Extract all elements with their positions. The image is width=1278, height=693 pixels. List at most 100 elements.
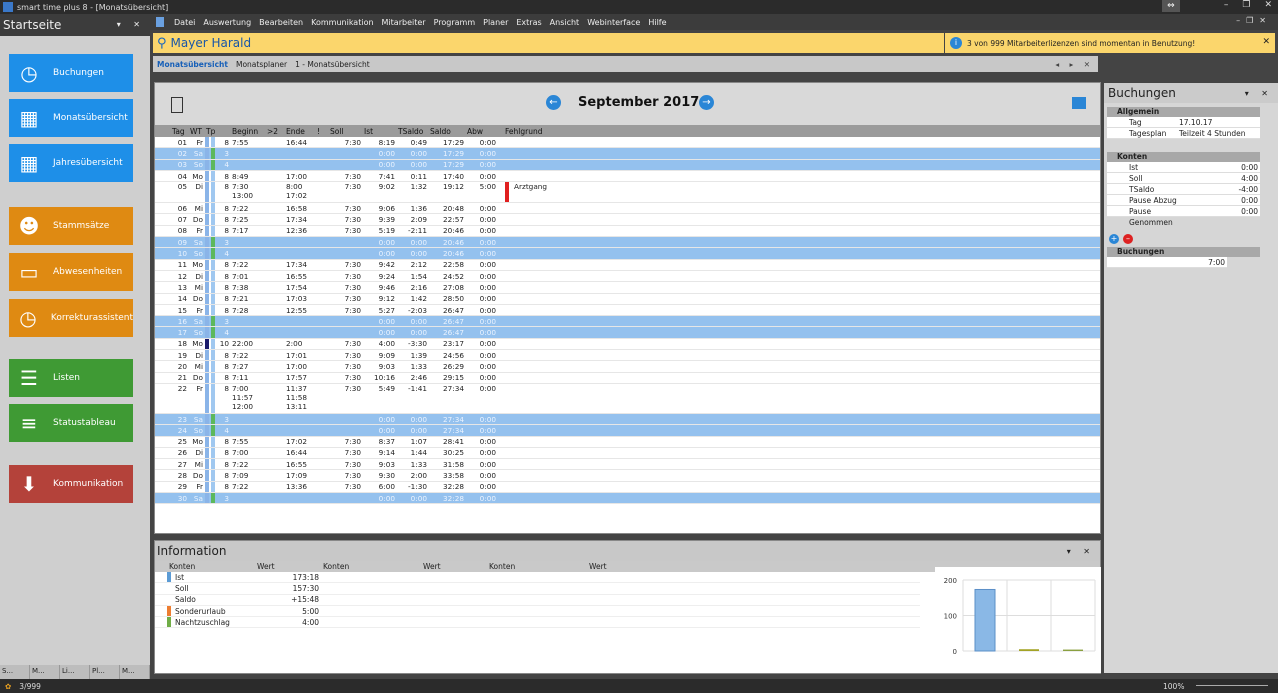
column-header[interactable]: TSaldo [395,127,427,136]
employee-name[interactable]: Mayer Harald [171,36,252,50]
info-column-header[interactable]: Konten [487,562,587,571]
table-row[interactable]: 21 Do 8 7:11 17:57 7:30 10:16 2:46 29:15 0:00 [155,372,1100,384]
table-row[interactable]: 08 Fr 8 7:17 12:36 7:30 5:19 -2:11 20:46 0:00 [155,225,1100,238]
menu-item[interactable]: Bearbeiten [255,18,307,27]
cell-begin[interactable]: 7:22 [229,260,267,269]
table-row[interactable]: 10 So 4 0:00 0:00 20:46 0:00 [155,248,1100,260]
info-column-header[interactable]: Wert [587,562,653,571]
cell-begin[interactable]: 7:55 [229,437,267,446]
table-row[interactable]: 05 Di 8 7:30 13:00 8:00 17:02 7:30 9:02 1:32 19:12… [155,182,1100,204]
cell-end[interactable]: 16:55 [283,460,317,469]
breadcrumb-item[interactable]: Monatsplaner [236,60,287,69]
table-row[interactable]: 15 Fr 8 7:28 12:55 7:30 5:27 -2:03 26:47 0:00 [155,304,1100,317]
list-icon[interactable] [171,97,183,113]
cell-end[interactable]: 17:02 [283,437,317,446]
kv-row[interactable]: Ist 0:00 [1107,162,1260,173]
mdi-window-controls[interactable]: –❐✕ [1236,16,1272,25]
table-row[interactable]: 25 Mo 8 7:55 17:02 7:30 8:37 1:07 28:41 0:00 [155,436,1100,448]
menu-item[interactable]: Datei [170,18,199,27]
table-row[interactable]: 20 Mi 8 7:27 17:00 7:30 9:03 1:33 26:29 0:00 [155,361,1100,373]
section-header[interactable]: Konten [1107,152,1260,162]
sidebar-tab[interactable]: Li... [60,665,90,679]
remove-booking-icon[interactable]: – [1123,234,1133,244]
cell-end[interactable]: 17:00 [283,172,317,181]
cell-begin[interactable]: 7:22 [229,482,267,491]
info-column-header[interactable]: Wert [421,562,487,571]
cell-begin[interactable]: 22:00 [229,339,267,348]
column-header[interactable]: Tag [169,127,187,136]
cell-end[interactable]: 16:55 [283,272,317,281]
column-header[interactable]: Soll [327,127,361,136]
cell-begin[interactable]: 8:49 [229,172,267,181]
column-header[interactable]: Fehlgrund [496,127,542,136]
cell-end[interactable]: 17:09 [283,471,317,480]
table-row[interactable]: 22 Fr 8 7:00 11:57 12:00 11:37 11:58 13:11 7:30 5:… [155,383,1100,414]
kv-row[interactable]: TSaldo -4:00 [1107,184,1260,195]
sidebar-tab[interactable]: M... [120,665,150,679]
print-icon[interactable] [1072,97,1086,109]
cell-end[interactable]: 12:36 [283,226,317,235]
info-row[interactable]: Ist 173:18 [155,572,920,584]
cell-begin[interactable]: 7:22 [229,351,267,360]
kv-row[interactable]: Soll 4:00 [1107,173,1260,184]
column-header[interactable]: >2 [267,127,283,136]
cell-begin[interactable]: 7:30 13:00 [229,182,267,200]
menu-item[interactable]: Extras [512,18,545,27]
info-column-header[interactable]: Wert [255,562,321,571]
column-header[interactable]: Saldo [427,127,464,136]
sidebar-tab[interactable]: M... [30,665,60,679]
cell-begin[interactable]: 7:21 [229,294,267,303]
breadcrumb-active[interactable]: Monatsübersicht [157,60,228,69]
cell-begin[interactable]: 7:09 [229,471,267,480]
nav-button-4[interactable]: ☻ Stammsätze [9,207,133,245]
table-row[interactable]: 18 Mo 10 22:00 2:00 7:30 4:00 -3:30 23:17 0:00 [155,338,1100,351]
column-header[interactable]: ! [317,127,327,136]
info-row[interactable]: Saldo +15:48 [155,595,920,606]
cell-begin[interactable]: 7:00 11:57 12:00 [229,384,267,411]
column-header[interactable]: Ist [361,127,395,136]
nav-button-9[interactable]: ⬇ Kommunikation [9,465,133,503]
cell-end[interactable]: 17:57 [283,373,317,382]
cell-begin[interactable]: 7:11 [229,373,267,382]
nav-button-8[interactable]: ≡ Statustableau [9,404,133,442]
cell-end[interactable]: 8:00 17:02 [283,182,317,200]
table-row[interactable]: 24 So 4 0:00 0:00 27:34 0:00 [155,425,1100,437]
sidebar-tab[interactable]: S... [0,665,30,679]
table-row[interactable]: 17 So 4 0:00 0:00 26:47 0:00 [155,327,1100,339]
menu-item[interactable]: Ansicht [546,18,584,27]
cell-end[interactable]: 16:58 [283,204,317,213]
bookings-panel-controls[interactable]: ▾ ✕ [1245,89,1273,98]
menu-item[interactable]: Auswertung [199,18,255,27]
table-row[interactable]: 23 Sa 3 0:00 0:00 27:34 0:00 [155,413,1100,426]
breadcrumb-arrows[interactable]: ◂ ▸ ✕ [1055,60,1094,69]
cell-begin[interactable]: 7:22 [229,204,267,213]
minimize-button[interactable]: – [1224,0,1229,12]
table-row[interactable]: 16 Sa 3 0:00 0:00 26:47 0:00 [155,316,1100,328]
info-row[interactable]: Sonderurlaub 5:00 [155,606,920,618]
table-row[interactable]: 09 Sa 3 0:00 0:00 20:46 0:00 [155,237,1100,249]
info-row[interactable]: Soll 157:30 [155,583,920,595]
menu-item[interactable]: Mitarbeiter [378,18,430,27]
table-row[interactable]: 07 Do 8 7:25 17:34 7:30 9:39 2:09 22:57 0:00 [155,214,1100,226]
column-header[interactable]: WT [187,127,203,136]
kv-row[interactable]: Tagesplan Teilzeit 4 Stunden [1107,128,1260,139]
table-row[interactable]: 30 Sa 3 0:00 0:00 32:28 0:00 [155,493,1100,505]
table-row[interactable]: 28 Do 8 7:09 17:09 7:30 9:30 2:00 33:58 0:00 [155,470,1100,482]
column-header[interactable]: Ende [283,127,317,136]
table-row[interactable]: 29 Fr 8 7:22 13:36 7:30 6:00 -1:30 32:28 0:00 [155,481,1100,494]
cell-end[interactable]: 12:55 [283,306,317,315]
cell-begin[interactable]: 7:25 [229,215,267,224]
menu-item[interactable]: Planer [479,18,512,27]
nav-button-7[interactable]: ☰ Listen [9,359,133,397]
table-row[interactable]: 26 Di 8 7:00 16:44 7:30 9:14 1:44 30:25 0:00 [155,447,1100,460]
section-header[interactable]: Buchungen [1107,247,1260,257]
nav-button-2[interactable]: ▦ Monatsübersicht [9,99,133,137]
cell-begin[interactable]: 7:00 [229,448,267,457]
table-row[interactable]: 11 Mo 8 7:22 17:34 7:30 9:42 2:12 22:58 0:00 [155,259,1100,271]
breadcrumb-item[interactable]: 1 - Monatsübersicht [295,60,370,69]
table-row[interactable]: 19 Di 8 7:22 17:01 7:30 9:09 1:39 24:56 0:00 [155,350,1100,362]
table-row[interactable]: 27 Mi 8 7:22 16:55 7:30 9:03 1:33 31:58 0:00 [155,459,1100,471]
add-booking-icon[interactable]: + [1109,234,1119,244]
cell-begin[interactable]: 7:38 [229,283,267,292]
employee-search[interactable]: ⚲ Mayer Harald [153,33,944,53]
